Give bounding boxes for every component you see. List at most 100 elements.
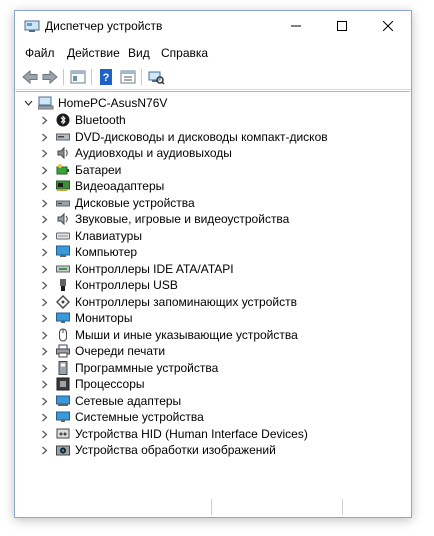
tree-item-label: Очереди печати <box>75 344 166 358</box>
tree-item[interactable]: Системные устройства <box>16 409 410 425</box>
tree-item[interactable]: Аудиовходы и аудиовыходы <box>16 145 410 161</box>
bluetooth-icon <box>56 113 70 127</box>
tree-item[interactable]: Устройства HID (Human Interface Devices) <box>16 426 410 442</box>
scan-hardware-icon[interactable] <box>147 68 165 86</box>
tree-item-label: Мыши и иные указывающие устройства <box>75 327 298 342</box>
imaging-device-icon <box>56 443 70 457</box>
minimize-button[interactable] <box>273 11 319 41</box>
computer-icon <box>56 245 70 259</box>
properties-icon[interactable] <box>69 68 87 86</box>
tree-item[interactable]: Устройства обработки изображений <box>16 442 410 458</box>
menu-view[interactable]: Вид <box>128 46 150 60</box>
tree-item[interactable]: Процессоры <box>16 376 410 392</box>
chevron-right-icon[interactable] <box>40 314 49 323</box>
view-icon[interactable] <box>119 68 137 86</box>
chevron-right-icon[interactable] <box>40 397 49 406</box>
tree-item-label: Батареи <box>75 162 122 177</box>
chevron-right-icon[interactable] <box>40 265 49 274</box>
menu-bar: Файл Действие Вид Справка <box>15 43 411 63</box>
tree-item[interactable]: Батареи <box>16 162 410 178</box>
menu-file[interactable]: Файл <box>25 46 55 60</box>
disk-drive-icon <box>56 196 70 210</box>
chevron-right-icon[interactable] <box>40 380 49 389</box>
chevron-down-icon[interactable] <box>24 99 33 108</box>
monitor-icon <box>56 311 70 325</box>
tree-item[interactable]: Клавиатуры <box>16 228 410 244</box>
chevron-right-icon[interactable] <box>40 364 49 373</box>
tree-item-label: Bluetooth <box>75 113 126 127</box>
chevron-right-icon[interactable] <box>40 199 49 208</box>
tree-item[interactable]: Мыши и иные указывающие устройства <box>16 327 410 343</box>
chevron-right-icon[interactable] <box>40 281 49 290</box>
chevron-right-icon[interactable] <box>40 232 49 241</box>
tree-item[interactable]: Программные устройства <box>16 360 410 376</box>
tree-item-label: Аудиовходы и аудиовыходы <box>75 146 232 160</box>
chevron-right-icon[interactable] <box>40 347 49 356</box>
tree-item-label: Звуковые, игровые и видеоустройства <box>75 212 290 226</box>
chevron-right-icon[interactable] <box>40 166 49 175</box>
status-segment <box>212 499 343 515</box>
title-bar[interactable]: Диспетчер устройств <box>15 11 411 41</box>
storage-controller-icon <box>56 294 70 309</box>
display-adapter-icon <box>56 179 70 193</box>
tree-root[interactable]: HomePC-AsusN76V <box>16 95 410 111</box>
close-button[interactable] <box>365 11 411 41</box>
status-segment <box>15 499 212 515</box>
processor-icon <box>56 377 70 391</box>
device-tree[interactable]: HomePC-AsusN76V Bluetooth DVD-дисководы и… <box>16 91 410 498</box>
tree-item[interactable]: Очереди печати <box>16 343 410 359</box>
software-device-icon <box>56 360 70 375</box>
chevron-right-icon[interactable] <box>40 116 49 125</box>
toolbar: ? <box>15 65 411 90</box>
chevron-right-icon[interactable] <box>40 298 49 307</box>
maximize-button[interactable] <box>319 11 365 41</box>
chevron-right-icon[interactable] <box>40 215 49 224</box>
tree-item-label: Системные устройства <box>75 410 204 424</box>
battery-icon <box>56 163 70 177</box>
tree-item-label: Процессоры <box>75 377 145 391</box>
menu-action[interactable]: Действие <box>67 46 120 60</box>
tree-item-label: Сетевые адаптеры <box>75 393 182 408</box>
forward-icon[interactable] <box>41 68 59 86</box>
tree-item-label: Компьютер <box>75 245 138 259</box>
tree-item[interactable]: Сетевые адаптеры <box>16 393 410 409</box>
tree-item[interactable]: Звуковые, игровые и видеоустройства <box>16 211 410 227</box>
tree-item[interactable]: Контроллеры USB <box>16 277 410 293</box>
minimize-icon <box>291 25 301 27</box>
tree-item-label: Видеоадаптеры <box>75 179 165 193</box>
tree-item-label: Устройства HID (Human Interface Devices) <box>75 426 308 441</box>
tree-root-label: HomePC-AsusN76V <box>58 96 168 110</box>
chevron-right-icon[interactable] <box>40 182 49 191</box>
tree-item[interactable]: DVD-дисководы и дисководы компакт-дисков <box>16 129 410 145</box>
chevron-right-icon[interactable] <box>40 149 49 158</box>
tree-item[interactable]: Bluetooth <box>16 112 410 128</box>
chevron-right-icon[interactable] <box>40 413 49 422</box>
tree-item-label: Контроллеры запоминающих устройств <box>75 294 297 309</box>
tree-item[interactable]: Мониторы <box>16 310 410 326</box>
back-icon[interactable] <box>21 68 39 86</box>
toolbar-separator <box>91 69 92 85</box>
hid-icon <box>56 427 70 441</box>
window-title: Диспетчер устройств <box>45 19 163 33</box>
computer-icon <box>37 96 54 110</box>
tree-item[interactable]: Контроллеры IDE ATA/ATAPI <box>16 261 410 277</box>
chevron-right-icon[interactable] <box>40 446 49 455</box>
menu-help[interactable]: Справка <box>161 46 208 60</box>
ide-controller-icon <box>56 262 70 276</box>
toolbar-separator <box>63 69 64 85</box>
chevron-right-icon[interactable] <box>40 331 49 340</box>
printer-icon <box>56 344 70 358</box>
tree-item[interactable]: Контроллеры запоминающих устройств <box>16 294 410 310</box>
help-icon[interactable]: ? <box>97 68 115 86</box>
svg-text:?: ? <box>103 72 110 84</box>
chevron-right-icon[interactable] <box>40 248 49 257</box>
chevron-right-icon[interactable] <box>40 430 49 439</box>
speaker-icon <box>56 212 70 226</box>
tree-item[interactable]: Компьютер <box>16 244 410 260</box>
audio-io-icon <box>56 146 70 160</box>
tree-item[interactable]: Видеоадаптеры <box>16 178 410 194</box>
tree-item-label: Устройства обработки изображений <box>75 443 276 457</box>
chevron-right-icon[interactable] <box>40 133 49 142</box>
close-icon <box>383 21 393 31</box>
tree-item[interactable]: Дисковые устройства <box>16 195 410 211</box>
